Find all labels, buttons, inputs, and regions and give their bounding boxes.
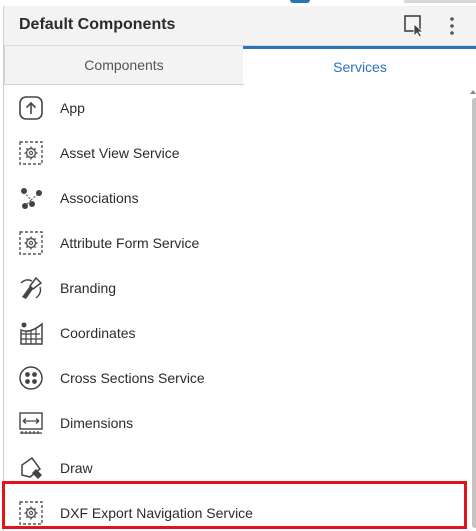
default-components-panel: Default Components Components Services A… [3, 6, 476, 531]
panel-header: Default Components [4, 6, 476, 46]
select-cursor-icon [404, 15, 425, 38]
associations-icon [16, 183, 46, 213]
list-item-label: Coordinates [60, 325, 136, 341]
scrollbar-thumb[interactable] [472, 98, 476, 528]
list-item-cross-sections-service[interactable]: Cross Sections Service [4, 356, 466, 400]
list-item-app[interactable]: App [4, 86, 466, 130]
service-gear-icon [16, 138, 46, 168]
kebab-menu-icon [450, 17, 454, 35]
dimensions-icon [16, 408, 46, 438]
list-item-associations[interactable]: Associations [4, 176, 466, 220]
list-item-label: App [60, 100, 85, 116]
branding-icon [16, 273, 46, 303]
more-options-button[interactable] [438, 12, 466, 40]
cross-sections-icon [16, 363, 46, 393]
list-item-dxf-export-navigation-service[interactable]: DXF Export Navigation Service [4, 491, 466, 531]
list-item-label: Associations [60, 190, 139, 206]
panel-title: Default Components [19, 16, 176, 33]
top-accent-bar [290, 0, 310, 3]
list-item-label: DXF Export Navigation Service [60, 505, 253, 521]
coordinates-icon [16, 318, 46, 348]
list-item-coordinates[interactable]: Coordinates [4, 311, 466, 355]
draw-icon [16, 453, 46, 483]
services-list: App Asset View Service Associations Attr… [4, 86, 476, 531]
app-icon [16, 93, 46, 123]
tab-bar: Components Services [4, 46, 476, 85]
select-tool-button[interactable] [401, 12, 429, 40]
scroll-up-arrow-icon [470, 90, 476, 94]
list-item-label: Asset View Service [60, 145, 180, 161]
tab-services[interactable]: Services [243, 46, 476, 84]
list-item-attribute-form-service[interactable]: Attribute Form Service [4, 221, 466, 265]
list-item-label: Dimensions [60, 415, 134, 431]
list-item-label: Attribute Form Service [60, 235, 200, 251]
top-grey-bar [404, 0, 476, 3]
tab-components[interactable]: Components [4, 46, 244, 85]
list-item-draw[interactable]: Draw [4, 446, 466, 490]
service-gear-icon [16, 228, 46, 258]
list-item-label: Branding [60, 280, 117, 296]
list-item-dimensions[interactable]: Dimensions [4, 401, 466, 445]
list-item-label: Draw [60, 460, 93, 476]
list-item-asset-view-service[interactable]: Asset View Service [4, 131, 466, 175]
service-gear-icon [16, 498, 46, 528]
list-item-label: Cross Sections Service [60, 370, 205, 386]
list-item-branding[interactable]: Branding [4, 266, 466, 310]
